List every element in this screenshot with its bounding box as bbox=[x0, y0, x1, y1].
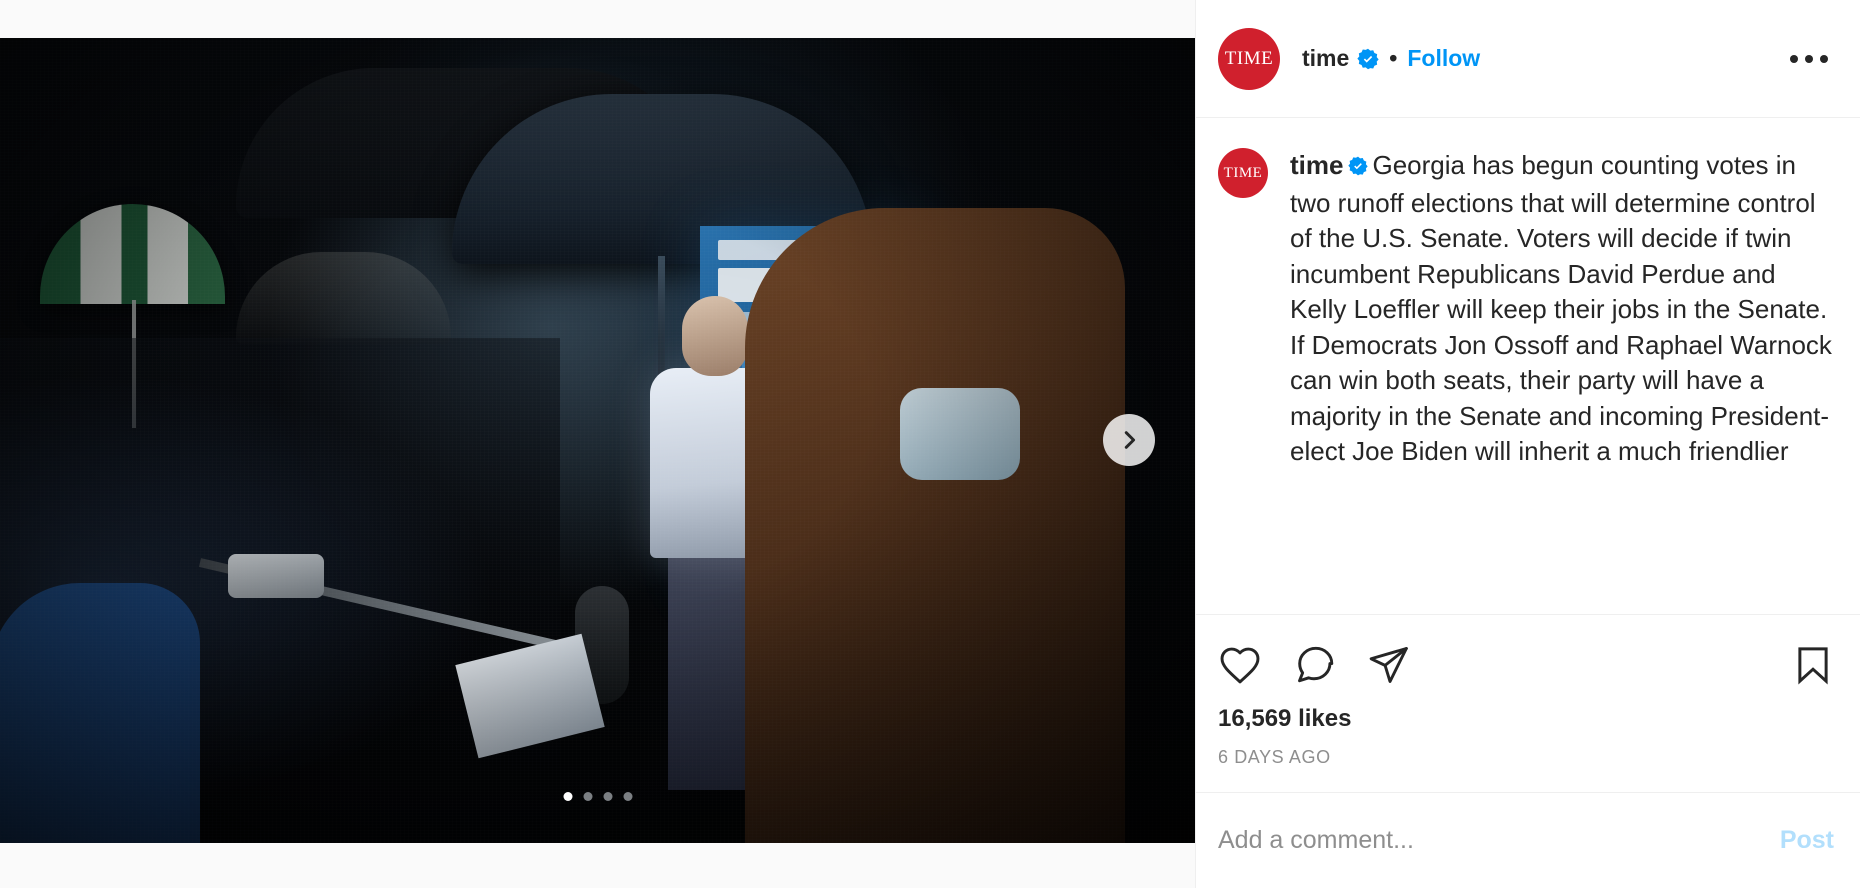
photo-content bbox=[0, 37, 1195, 843]
carousel-dot-4[interactable] bbox=[623, 791, 632, 801]
carousel-dot-2[interactable] bbox=[583, 791, 592, 801]
header-identity: time • Follow bbox=[1302, 47, 1784, 70]
post-header: TIME time • Follow bbox=[1196, 0, 1860, 118]
more-options-icon[interactable] bbox=[1784, 41, 1834, 77]
carousel-indicator bbox=[563, 791, 632, 801]
carousel-next-button[interactable] bbox=[1103, 414, 1155, 466]
post-media-column bbox=[0, 0, 1195, 888]
caption-avatar[interactable]: TIME bbox=[1218, 148, 1268, 198]
caption-username[interactable]: time bbox=[1290, 150, 1343, 180]
verified-badge-icon bbox=[1357, 48, 1379, 70]
post-caption: TIME time Georgia has begun counting vot… bbox=[1196, 118, 1860, 614]
carousel-dot-1[interactable] bbox=[563, 791, 572, 801]
avatar[interactable]: TIME bbox=[1218, 27, 1280, 90]
comment-bar: Post bbox=[1196, 792, 1860, 888]
comment-icon[interactable] bbox=[1292, 643, 1336, 687]
header-separator: • bbox=[1389, 45, 1398, 71]
comment-input[interactable] bbox=[1218, 826, 1760, 855]
caption-avatar-label: TIME bbox=[1223, 164, 1263, 181]
post-actions: 16,569 likes 6 DAYS AGO bbox=[1196, 614, 1860, 792]
caption-body: time Georgia has begun counting votes in… bbox=[1290, 148, 1834, 470]
post-comment-button[interactable]: Post bbox=[1780, 826, 1834, 855]
likes-count[interactable]: 16,569 likes bbox=[1218, 705, 1834, 733]
account-username[interactable]: time bbox=[1302, 47, 1349, 70]
action-icon-row bbox=[1218, 635, 1834, 695]
caption-text: Georgia has begun counting votes in two … bbox=[1290, 150, 1832, 466]
caption-verified-badge-icon bbox=[1348, 150, 1369, 186]
post-sidebar: TIME time • Follow TIME time Georgia has… bbox=[1195, 0, 1860, 888]
carousel-dot-3[interactable] bbox=[603, 791, 612, 801]
avatar-label: TIME bbox=[1224, 48, 1274, 69]
bookmark-icon[interactable] bbox=[1792, 644, 1834, 686]
post-image[interactable] bbox=[0, 37, 1195, 843]
follow-button[interactable]: Follow bbox=[1407, 47, 1480, 70]
instagram-post: TIME time • Follow TIME time Georgia has… bbox=[0, 0, 1860, 888]
share-icon[interactable] bbox=[1366, 643, 1410, 687]
chevron-right-icon bbox=[1118, 429, 1140, 451]
post-timestamp: 6 DAYS AGO bbox=[1218, 747, 1331, 767]
caption-text-block: time Georgia has begun counting votes in… bbox=[1290, 148, 1834, 470]
heart-icon[interactable] bbox=[1218, 643, 1262, 687]
